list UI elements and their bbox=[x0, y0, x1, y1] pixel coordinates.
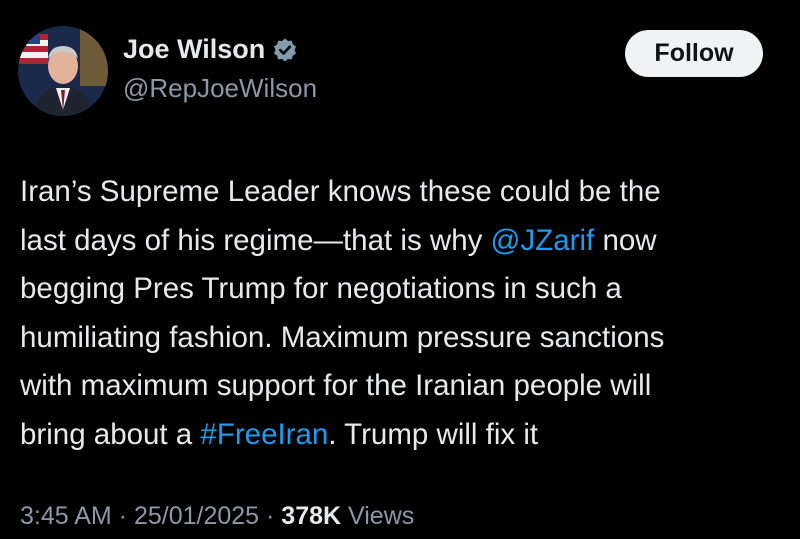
author-name[interactable]: Joe Wilson bbox=[123, 34, 265, 65]
tweet-date[interactable]: 25/01/2025 bbox=[134, 502, 259, 530]
follow-button[interactable]: Follow bbox=[625, 30, 763, 77]
tweet-text-segment: begging Pres Trump for negotiations in s… bbox=[20, 272, 622, 305]
tweet-time[interactable]: 3:45 AM bbox=[20, 502, 112, 530]
tweet-text-line: Iran’s Supreme Leader knows these could … bbox=[20, 168, 790, 217]
tweet-text-segment: . Trump will fix it bbox=[328, 417, 539, 451]
verified-badge-icon bbox=[272, 37, 298, 63]
avatar-photo bbox=[18, 26, 108, 116]
tweet-text-segment: bring about a bbox=[20, 417, 201, 451]
author-handle[interactable]: @RepJoeWilson bbox=[123, 73, 317, 104]
tweet-text: Iran’s Supreme Leader knows these could … bbox=[20, 168, 790, 459]
tweet-text-line: last days of his regime—that is why @JZa… bbox=[20, 217, 790, 266]
views-count[interactable]: 378K bbox=[281, 502, 341, 530]
tweet-text-segment: last days of his regime—that is why bbox=[20, 223, 491, 257]
tweet-text-segment: Iran’s Supreme Leader knows these could … bbox=[20, 175, 661, 208]
hashtag-link[interactable]: #FreeIran bbox=[200, 418, 328, 451]
tweet-text-segment: now bbox=[594, 223, 657, 257]
tweet-text-segment: with maximum support for the Iranian peo… bbox=[20, 369, 652, 402]
tweet-text-line: bring about a #FreeIran. Trump will fix … bbox=[20, 411, 790, 460]
avatar[interactable] bbox=[18, 26, 108, 116]
tweet-text-line: begging Pres Trump for negotiations in s… bbox=[20, 265, 790, 314]
tweet-text-line: with maximum support for the Iranian peo… bbox=[20, 362, 790, 411]
meta-separator: · bbox=[111, 502, 134, 530]
mention-link[interactable]: @JZarif bbox=[491, 224, 595, 257]
author-name-row: Joe Wilson bbox=[123, 34, 298, 65]
meta-separator: · bbox=[259, 502, 282, 530]
tweet-text-line: humiliating fashion. Maximum pressure sa… bbox=[20, 314, 790, 363]
views-label: Views bbox=[341, 502, 415, 530]
tweet-text-segment: humiliating fashion. Maximum pressure sa… bbox=[20, 320, 665, 354]
tweet-card: Joe Wilson @RepJoeWilson Follow Iran’s S… bbox=[0, 0, 800, 539]
tweet-meta: 3:45 AM · 25/01/2025 · 378K Views bbox=[20, 502, 414, 531]
